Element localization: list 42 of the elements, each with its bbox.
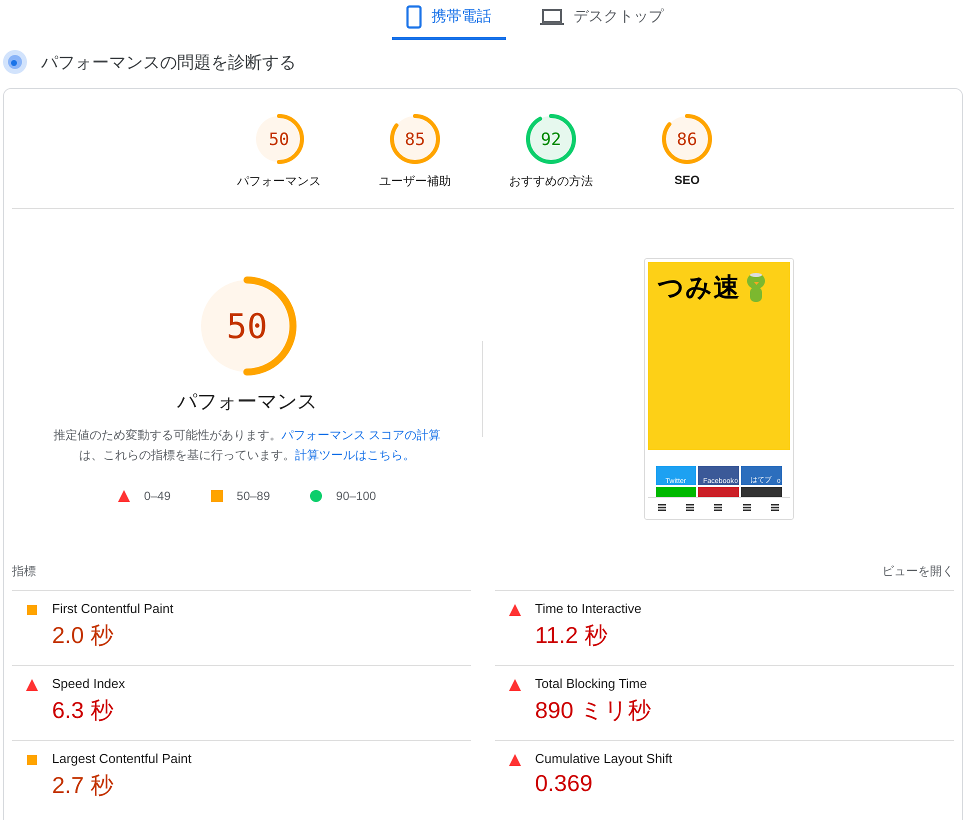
metric-value: 0.369 xyxy=(535,770,594,797)
nav-icon xyxy=(742,504,751,510)
metric-value: 890 ミリ秒 xyxy=(535,696,651,725)
metric-value: 11.2 秒 xyxy=(535,621,608,650)
score-description: 推定値のため変動する可能性があります。パフォーマンス スコアの計算 は、これらの指標を基に行っています。計算ツールはこちら。 xyxy=(53,426,441,464)
laptop-icon xyxy=(540,8,564,26)
phone-icon xyxy=(406,4,422,28)
metrics-title: 指標 xyxy=(12,563,36,580)
score-number: 50 xyxy=(226,306,268,346)
category-score[interactable]: 92 おすすめの方法 xyxy=(505,113,597,190)
category-score[interactable]: 85 ユーザー補助 xyxy=(369,113,461,190)
category-score[interactable]: 50 パフォーマンス xyxy=(233,113,325,190)
site-logo: つみ速 xyxy=(658,271,740,304)
metric-name: Speed Index xyxy=(52,676,126,691)
score-number: 50 xyxy=(268,130,290,150)
device-tab[interactable]: デスクトップ xyxy=(526,0,678,40)
nav-icon xyxy=(658,504,666,510)
score-number: 85 xyxy=(404,130,426,150)
legend-range: 90–100 xyxy=(336,488,376,502)
section-heading: パフォーマンスの問題を診断する xyxy=(41,52,296,74)
metric-value: 2.0 秒 xyxy=(52,621,114,650)
device-tab[interactable]: 携帯電話 xyxy=(392,0,506,40)
score-number: 86 xyxy=(676,130,698,150)
expand-view-toggle[interactable]: ビューを開く xyxy=(882,563,954,580)
score-title: パフォーマンス xyxy=(177,390,317,414)
diagnose-icon xyxy=(3,50,27,74)
category-score[interactable]: 86 SEO xyxy=(641,113,733,190)
metric-value: 2.7 秒 xyxy=(52,771,114,800)
metric-name: Total Blocking Time xyxy=(535,676,648,691)
metric-value: 6.3 秒 xyxy=(52,696,114,725)
nav-icon xyxy=(686,504,694,510)
metric-name: First Contentful Paint xyxy=(52,601,174,616)
score-calculation-link[interactable]: パフォーマンス スコアの計算 xyxy=(281,428,441,442)
metric-name: Largest Contentful Paint xyxy=(52,751,192,766)
legend-range: 0–49 xyxy=(144,488,171,502)
metric-name: Cumulative Layout Shift xyxy=(535,751,672,766)
calculator-link[interactable]: 計算ツールはこちら。 xyxy=(295,448,415,462)
score-number: 92 xyxy=(540,130,562,150)
legend-range: 50–89 xyxy=(236,488,270,502)
nav-icon xyxy=(714,504,722,510)
metric-name: Time to Interactive xyxy=(535,601,642,616)
nav-icon xyxy=(771,504,780,510)
